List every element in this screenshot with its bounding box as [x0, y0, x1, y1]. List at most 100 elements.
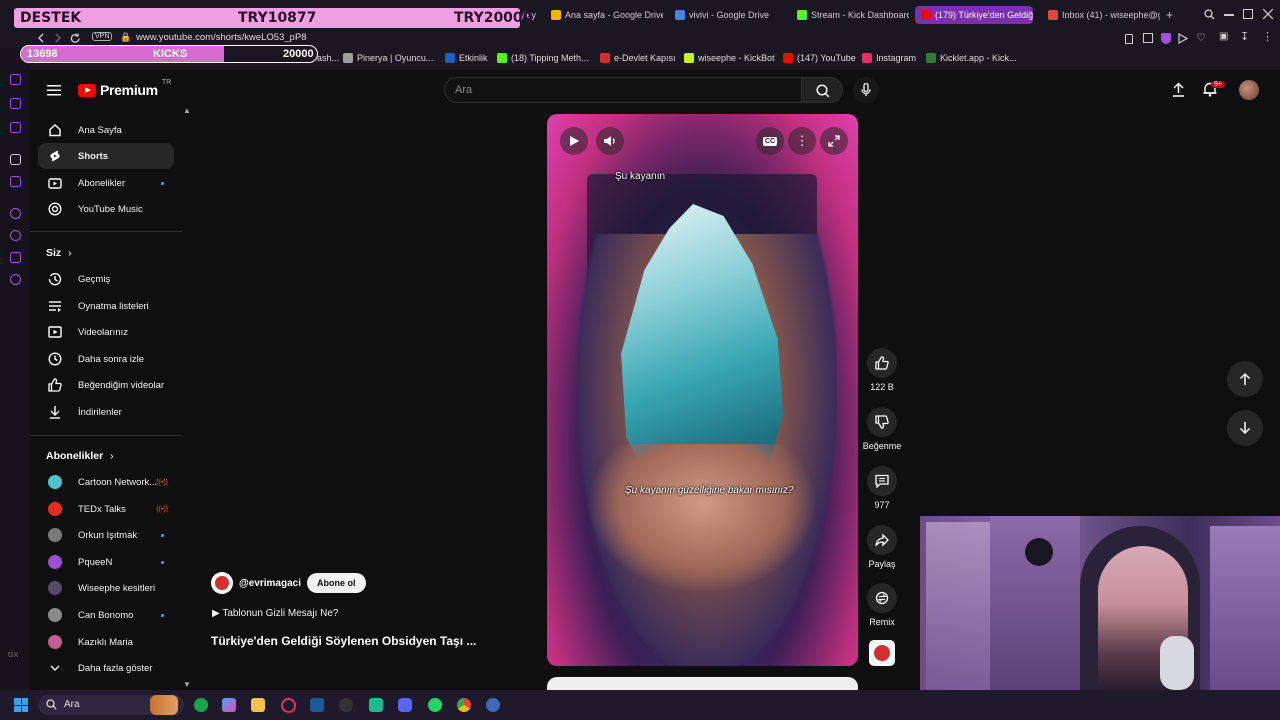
sidebar-app-icon[interactable] [10, 122, 21, 133]
nav-item-watch-later[interactable]: Daha sonra izle [38, 346, 174, 372]
nav-item-your-videos[interactable]: Videolarınız [38, 319, 174, 345]
tab-gmail[interactable]: Inbox (41) - wiseephe@g [1048, 6, 1160, 24]
play-icon[interactable] [1178, 33, 1188, 44]
search-button[interactable] [801, 77, 843, 103]
tab-drive-vivivi[interactable]: vivivi - Google Drive [675, 6, 787, 24]
remix-button[interactable]: Remix [862, 583, 902, 627]
nav-item-shorts[interactable]: Shorts [38, 143, 174, 169]
fullscreen-button[interactable] [820, 127, 848, 155]
tab-youtube-active[interactable]: (179) Türkiye'den Geldiğ [915, 6, 1033, 24]
nav-item-liked-videos[interactable]: Beğendiğim videolar [38, 372, 174, 398]
sidebar-app-icon[interactable] [10, 74, 21, 85]
voice-search-button[interactable] [853, 77, 879, 103]
subscribe-button[interactable]: Abone ol [307, 573, 366, 593]
twitch-icon[interactable] [10, 176, 21, 187]
share-button[interactable]: Paylaş [862, 525, 902, 569]
next-short-button[interactable] [1227, 410, 1263, 446]
more-options-button[interactable]: ⋮ [788, 127, 816, 155]
scroll-down-arrow-icon[interactable]: ▼ [183, 680, 191, 689]
file-explorer-icon[interactable] [251, 698, 265, 712]
steam-icon[interactable] [310, 698, 324, 712]
next-short-preview[interactable] [547, 677, 858, 691]
bookmark-kickbot[interactable]: wiseephe - KickBot [684, 53, 775, 63]
bookmark-icon[interactable] [1125, 34, 1133, 44]
nav-section-subscriptions[interactable]: Abonelikler › [46, 450, 114, 462]
search-input[interactable] [455, 84, 775, 96]
copilot-icon[interactable] [222, 698, 236, 712]
nav-item-downloads[interactable]: İndirilenler [38, 399, 174, 425]
bookmark-instagram[interactable]: Instagram [862, 53, 916, 63]
menu-icon[interactable]: ⋮ [1262, 30, 1273, 43]
heart-icon[interactable]: ♡ [1196, 31, 1206, 44]
url-text[interactable]: www.youtube.com/shorts/kweLO53_pP8 [136, 32, 307, 43]
forward-icon[interactable] [53, 33, 63, 43]
channel-avatar[interactable] [211, 572, 233, 594]
opera-gx-icon[interactable] [281, 698, 296, 713]
taskbar-search-box[interactable]: Ara [38, 695, 184, 715]
captions-button[interactable]: CC [756, 127, 784, 155]
channel-handle[interactable]: @evrimagaci [239, 578, 301, 589]
like-button[interactable]: 122 B [862, 348, 902, 392]
windows-start-icon[interactable] [14, 698, 28, 712]
tab-kick-dashboard[interactable]: Stream - Kick Dashboard [797, 6, 909, 24]
reload-icon[interactable] [70, 33, 81, 44]
account-avatar[interactable] [1239, 80, 1259, 100]
show-more-button[interactable]: Daha fazla göster [38, 655, 174, 681]
sub-kazikli-maria[interactable]: Kazıklı Maria [38, 629, 174, 655]
tab-drive-home[interactable]: Ana sayfa - Google Drive [551, 6, 663, 24]
nav-item-home[interactable]: Ana Sayfa [38, 117, 174, 143]
sub-tedx-talks[interactable]: TEDx Talks ((•)) [38, 496, 174, 522]
short-title[interactable]: Türkiye'den Geldiği Söylenen Obsidyen Ta… [211, 634, 476, 648]
discord-icon[interactable] [398, 698, 412, 712]
maximize-icon[interactable] [1243, 9, 1253, 19]
bookmark-tipping[interactable]: (18) Tipping Meth... [497, 53, 589, 63]
shorts-video-player[interactable]: CC ⋮ Şu kayanın Şu kayanın güzelliğine b… [547, 114, 858, 666]
obs-icon[interactable] [339, 698, 353, 712]
xbox-icon[interactable] [194, 698, 208, 712]
close-icon[interactable] [1263, 9, 1273, 19]
history-icon[interactable] [10, 230, 21, 241]
sound-channel-thumbnail[interactable] [869, 640, 895, 666]
upload-icon[interactable] [1172, 82, 1185, 97]
nav-item-subscriptions[interactable]: Abonelikler [38, 170, 174, 196]
nav-item-history[interactable]: Geçmiş [38, 266, 174, 292]
sidebar-app-icon[interactable] [10, 154, 21, 165]
bookmark-edevlet[interactable]: e-Devlet Kapısı [600, 53, 676, 63]
search-tabs-icon[interactable] [1204, 9, 1215, 20]
sub-pqueen[interactable]: PqueeN [38, 549, 174, 575]
settings-icon[interactable] [10, 274, 21, 285]
hamburger-menu-icon[interactable] [47, 84, 61, 96]
download-icon[interactable]: ↧ [1240, 30, 1249, 43]
comments-button[interactable]: 977 [862, 466, 902, 510]
bookmark-etkinlik[interactable]: Etkinlik [445, 53, 488, 63]
sub-orkun-isitmak[interactable]: Orkun Işıtmak [38, 522, 174, 548]
sidebar-app-icon[interactable] [10, 208, 21, 219]
previous-short-button[interactable] [1227, 361, 1263, 397]
shield-icon[interactable] [1161, 33, 1171, 44]
chrome-icon[interactable] [457, 698, 471, 712]
minimize-icon[interactable] [1224, 14, 1234, 16]
mute-button[interactable] [596, 127, 624, 155]
spotify-icon[interactable] [428, 698, 442, 712]
new-tab-button[interactable]: + [1166, 6, 1173, 24]
app-icon[interactable] [486, 698, 500, 712]
youtube-premium-logo[interactable]: Premium TR [78, 79, 171, 98]
sidebar-app-icon[interactable] [10, 98, 21, 109]
snapshot-icon[interactable] [1143, 33, 1153, 43]
scroll-up-arrow-icon[interactable]: ▲ [183, 106, 191, 115]
playlist-link[interactable]: ▶ Tablonun Gizli Mesajı Ne? [212, 608, 338, 619]
nav-item-youtube-music[interactable]: YouTube Music [38, 196, 174, 222]
sub-cartoon-network[interactable]: Cartoon Network... ((•)) [38, 469, 174, 495]
bookmark-kicklet[interactable]: Kicklet.app - Kick... [926, 53, 1017, 63]
vpn-badge[interactable]: VPN [92, 32, 113, 41]
back-icon[interactable] [36, 33, 46, 43]
sidebar-app-icon[interactable] [10, 252, 21, 263]
nav-item-playlists[interactable]: Oynatma listeleri [38, 293, 174, 319]
dislike-button[interactable]: Beğenme [862, 407, 902, 451]
sub-can-bonomo[interactable]: Can Bonomo [38, 602, 174, 628]
wallet-icon[interactable]: ▣ [1219, 31, 1228, 42]
sub-wiseephe-kesitleri[interactable]: Wiseephe kesitleri [38, 575, 174, 601]
app-icon[interactable] [369, 698, 383, 712]
bookmark-youtube[interactable]: (147) YouTube [783, 53, 856, 63]
bookmark-pinerya[interactable]: Pinerya | Oyuncu... [343, 53, 433, 63]
